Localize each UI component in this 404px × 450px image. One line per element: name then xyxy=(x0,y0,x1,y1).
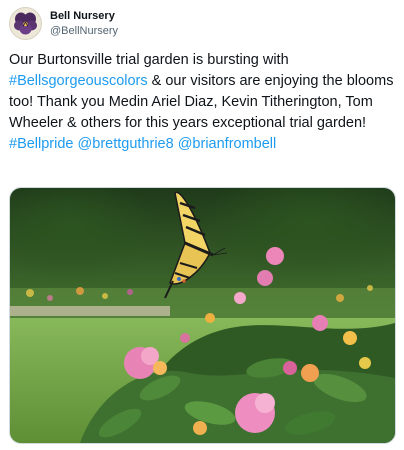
tweet-card[interactable]: Bell Nursery @BellNursery Our Burtonsvil… xyxy=(0,0,404,450)
tweet-header: Bell Nursery @BellNursery xyxy=(9,7,118,40)
avatar[interactable] xyxy=(9,7,42,40)
butterfly-garden-photo xyxy=(10,188,395,443)
tweet-text-part: Our Burtonsville trial garden is burstin… xyxy=(9,52,289,68)
pansy-logo-icon xyxy=(14,12,37,35)
author-handle[interactable]: @BellNursery xyxy=(50,24,118,38)
hashtag-link[interactable]: #Bellpride xyxy=(9,136,74,152)
mention-link[interactable]: @brettguthrie8 xyxy=(78,136,174,152)
tweet-photo[interactable] xyxy=(9,187,396,444)
mention-link[interactable]: @brianfrombell xyxy=(178,136,277,152)
tweet-text: Our Burtonsville trial garden is burstin… xyxy=(9,50,397,155)
hashtag-link[interactable]: #Bellsgorgeouscolors xyxy=(9,73,148,89)
author-name[interactable]: Bell Nursery xyxy=(50,9,118,23)
author-names: Bell Nursery @BellNursery xyxy=(50,9,118,38)
